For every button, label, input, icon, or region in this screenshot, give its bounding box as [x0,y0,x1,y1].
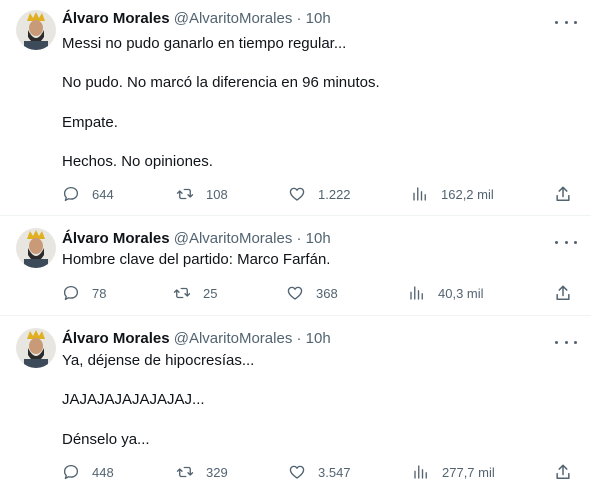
like-count: 1.222 [318,186,351,202]
views-icon [414,465,427,479]
like-button[interactable]: 1.222 [288,185,351,203]
more-icon[interactable] [555,234,577,250]
timestamp[interactable]: 10h [306,10,331,27]
retweet-button[interactable]: 108 [176,185,228,203]
author-name[interactable]: Álvaro Morales [62,330,170,347]
tweet-header: Álvaro Morales @AlvaritoMorales · 10h [62,330,331,347]
retweet-icon [176,466,194,478]
like-icon [289,465,305,479]
reply-count: 78 [92,285,107,301]
tweet-text-line: No pudo. No marcó la diferencia en 96 mi… [62,74,380,91]
reply-count: 644 [92,186,114,202]
avatar[interactable] [16,228,56,268]
timestamp[interactable]: 10h [306,330,331,347]
tweet-text-line: Dénselo ya... [62,431,150,448]
retweet-count: 329 [206,464,228,480]
tweet[interactable]: Álvaro Morales @AlvaritoMorales · 10h Ho… [0,216,591,316]
avatar-illustration [16,228,56,268]
author-name[interactable]: Álvaro Morales [62,230,170,247]
timestamp[interactable]: 10h [306,230,331,247]
avatar-illustration [16,10,56,50]
retweet-count: 108 [206,186,228,202]
views-button[interactable]: 277,7 mil [412,463,495,481]
views-icon [413,187,426,201]
like-icon [289,187,305,201]
views-icon [410,286,423,300]
reply-icon [63,186,79,202]
reply-count: 448 [92,464,114,480]
retweet-button[interactable]: 329 [176,463,228,481]
tweet-text-line: Empate. [62,114,118,131]
separator: · [296,10,302,27]
like-count: 368 [316,285,338,301]
views-count: 277,7 mil [442,464,495,480]
more-icon[interactable] [555,334,577,350]
separator: · [296,230,302,247]
share-icon[interactable] [553,283,573,303]
tweet-text-line: JAJAJAJAJAJAJAJ... [62,391,205,408]
views-button[interactable]: 40,3 mil [408,284,484,302]
retweet-icon [176,188,194,200]
reply-icon [63,464,79,480]
like-icon [287,286,303,300]
share-icon[interactable] [553,462,573,482]
tweet-text-line: Hombre clave del partido: Marco Farfán. [62,251,331,268]
author-name[interactable]: Álvaro Morales [62,10,170,27]
tweet-header: Álvaro Morales @AlvaritoMorales · 10h [62,10,331,27]
views-count: 40,3 mil [438,285,484,301]
retweet-count: 25 [203,285,218,301]
reply-button[interactable]: 78 [62,284,106,302]
author-handle[interactable]: @AlvaritoMorales [174,230,293,247]
separator: · [296,330,302,347]
tweet-text-line: Hechos. No opiniones. [62,153,213,170]
tweet-text-line: Messi no pudo ganarlo en tiempo regular.… [62,35,347,52]
avatar[interactable] [16,328,56,368]
views-button[interactable]: 162,2 mil [411,185,494,203]
retweet-button[interactable]: 25 [173,284,217,302]
tweet-header: Álvaro Morales @AlvaritoMorales · 10h [62,230,331,247]
tweet[interactable]: Álvaro Morales @AlvaritoMorales · 10h Me… [0,0,591,216]
share-icon[interactable] [553,184,573,204]
like-button[interactable]: 368 [286,284,338,302]
author-handle[interactable]: @AlvaritoMorales [174,330,293,347]
views-count: 162,2 mil [441,186,494,202]
reply-button[interactable]: 448 [62,463,114,481]
reply-button[interactable]: 644 [62,185,114,203]
tweet[interactable]: Álvaro Morales @AlvaritoMorales · 10h Ya… [0,316,591,493]
avatar[interactable] [16,10,56,50]
like-button[interactable]: 3.547 [288,463,351,481]
reply-icon [63,285,79,301]
tweet-text-line: Ya, déjense de hipocresías... [62,352,255,369]
avatar-illustration [16,328,56,368]
retweet-icon [173,287,191,299]
like-count: 3.547 [318,464,351,480]
more-icon[interactable] [555,14,577,30]
author-handle[interactable]: @AlvaritoMorales [174,10,293,27]
